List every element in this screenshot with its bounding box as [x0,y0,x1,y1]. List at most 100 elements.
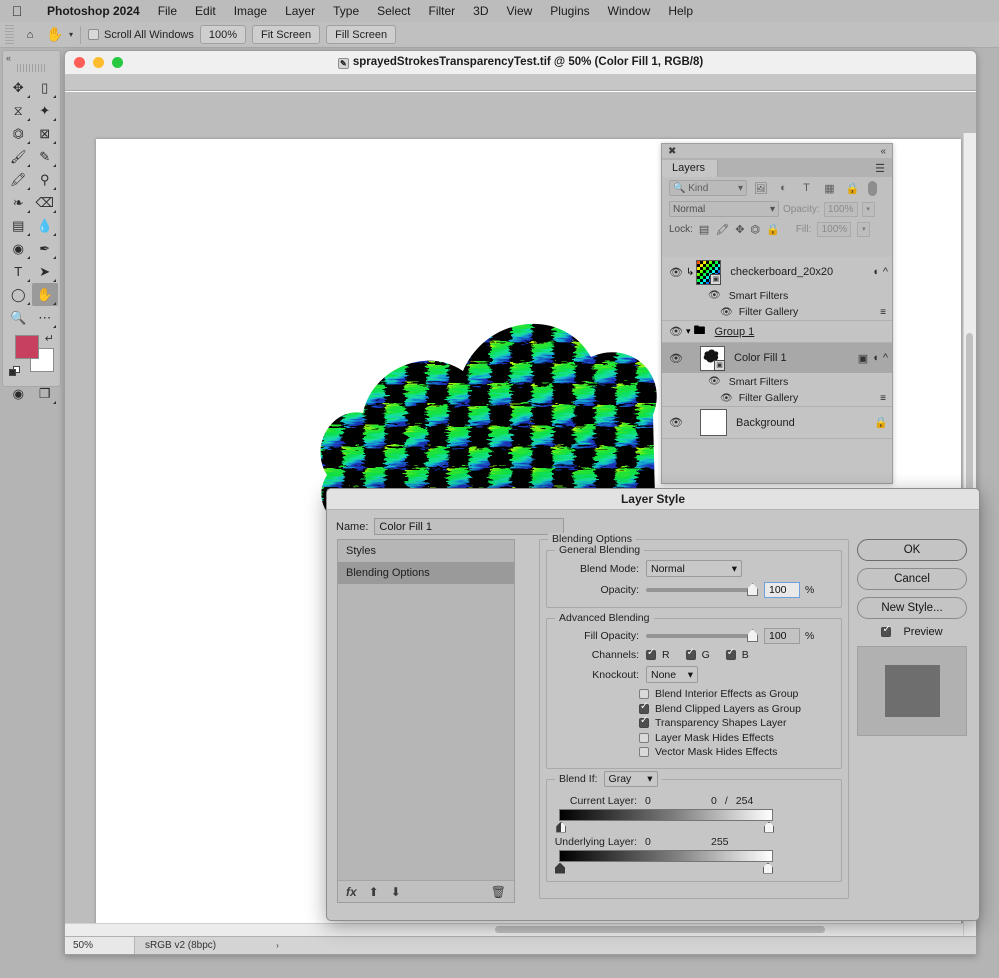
menu-plugins[interactable]: Plugins [541,0,598,22]
opacity-slider[interactable] [646,583,758,597]
menu-file[interactable]: File [149,0,186,22]
lasso-tool[interactable]: ⧖ [5,99,32,122]
eyedropper-tool[interactable]: 🖌 [5,145,32,168]
move-tool[interactable]: ✥ [5,76,32,99]
scroll-all-windows-checkbox[interactable]: Scroll All Windows [88,29,194,41]
opacity-input[interactable]: 100 [764,582,800,598]
collapse-icon[interactable]: « [880,146,886,157]
quick-mask-icon[interactable]: ◉ [5,382,32,405]
smart-filters-visibility-toggle[interactable]: 👁 [708,376,721,387]
menu-window[interactable]: Window [599,0,660,22]
preview-checkbox[interactable]: Preview [857,624,967,638]
layer-visibility-toggle[interactable]: 👁 [666,352,686,365]
lock-icon[interactable]: 🔒 [874,416,888,429]
table-row[interactable]: 👁 ↳ ▣ checkerboard_20x20 ◖ ^ [662,257,892,287]
fx-icon[interactable]: fx [346,885,357,899]
underlying-layer-black-stop[interactable] [555,862,565,874]
cancel-button[interactable]: Cancel [857,568,967,590]
fit-screen-button[interactable]: Fit Screen [252,25,321,44]
tab-layers[interactable]: Layers [662,160,719,177]
layer-blend-mode-select[interactable]: Normal ▾ [669,201,779,217]
filter-kind-select[interactable]: 🔍 Kind ▾ [669,180,747,196]
smart-filters-visibility-toggle[interactable]: 👁 [708,290,721,301]
lock-all-icon[interactable]: 🔒 [766,223,780,236]
menu-layer[interactable]: Layer [276,0,324,22]
menu-select[interactable]: Select [368,0,419,22]
style-name-input[interactable]: Color Fill 1 [374,518,565,535]
knockout-select[interactable]: None ▾ [646,666,698,683]
menu-view[interactable]: View [498,0,542,22]
crop-tool[interactable]: ⏣ [5,122,32,145]
fill-opacity-input[interactable]: 100 [764,628,800,644]
vertical-scroll-thumb[interactable] [966,333,973,493]
status-chevron-icon[interactable]: › [276,941,279,950]
blend-if-channel-select[interactable]: Gray ▾ [603,770,658,787]
current-layer-black-stop[interactable] [556,821,566,833]
layer-mask-hides-effects-checkbox[interactable]: Layer Mask Hides Effects [639,732,835,744]
channel-r-checkbox[interactable]: R [646,647,670,661]
layer-visibility-toggle[interactable]: 👁 [666,266,686,279]
filter-gallery-visibility-toggle[interactable]: 👁 [720,307,733,318]
ok-button[interactable]: OK [857,539,967,561]
menu-app-name[interactable]: Photoshop 2024 [38,0,149,22]
table-row[interactable]: 👁 ▾ 🖿 Group 1 [662,321,892,343]
type-tool[interactable]: T [5,260,32,283]
horizontal-scroll-thumb[interactable] [495,926,825,933]
lock-transparency-icon[interactable]: ▤ [699,223,709,236]
screen-mode-icon[interactable]: ❐ [32,382,59,405]
channel-g-checkbox[interactable]: G [685,647,710,661]
move-up-icon[interactable]: ⬆ [369,885,379,899]
filter-toggle-icon[interactable] [868,180,877,196]
color-fill-mask-thumb[interactable]: ▣ [700,345,725,371]
white-thumb[interactable] [700,409,727,436]
layer-fill-value[interactable]: 100% [817,221,852,237]
chevron-down-icon[interactable]: ▾ [69,30,73,39]
healing-brush-tool[interactable]: ✎ [32,145,59,168]
fill-screen-button[interactable]: Fill Screen [326,25,397,44]
edit-toolbar-tool[interactable]: ⋯ [32,306,59,329]
swap-colors-icon[interactable]: ↵ [45,332,54,345]
blur-tool[interactable]: 💧 [32,214,59,237]
transparency-shapes-layer-checkbox[interactable]: Transparency Shapes Layer [639,715,835,729]
default-colors-icon[interactable] [9,366,20,377]
marquee-tool[interactable]: ▯ [32,76,59,99]
channel-b-checkbox[interactable]: B [725,647,749,661]
vector-mask-hides-effects-checkbox[interactable]: Vector Mask Hides Effects [639,746,835,758]
shape-filter-icon[interactable]: ▦ [820,180,839,196]
foreground-color-swatch[interactable] [15,335,39,359]
type-filter-icon[interactable]: T [797,180,816,196]
pixel-filter-icon[interactable]: 🖼 [751,180,770,196]
clone-stamp-tool[interactable]: ⚲ [32,168,59,191]
home-icon[interactable]: ⌂ [18,24,42,46]
lock-position-icon[interactable]: ✥ [735,223,744,236]
dodge-tool[interactable]: ◉ [5,237,32,260]
lock-image-icon[interactable]: 🖍 [715,223,729,236]
list-item[interactable]: 👁 Smart Filters [662,287,892,304]
menu-help[interactable]: Help [659,0,702,22]
table-row[interactable]: 👁 ▣ Color Fill 1 ▣ ◖ ^ [662,343,892,373]
blend-clipped-layers-checkbox[interactable]: Blend Clipped Layers as Group [639,701,835,715]
pen-tool[interactable]: ✒ [32,237,59,260]
filter-options-icon[interactable]: ≡ [880,393,886,404]
eraser-tool[interactable]: ⌫ [32,191,59,214]
adjustment-filter-icon[interactable]: ◐ [774,180,793,196]
slider-knob[interactable] [747,629,758,642]
close-icon[interactable]: ✖ [668,146,676,157]
underlying-layer-white-stop[interactable] [763,862,773,874]
list-item[interactable]: 👁 Filter Gallery ≡ [662,304,892,321]
expand-icon[interactable]: ^ [883,266,888,278]
group-visibility-toggle[interactable]: 👁 [666,325,686,338]
quick-select-tool[interactable]: ✦ [32,99,59,122]
menu-type[interactable]: Type [324,0,368,22]
blend-interior-effects-checkbox[interactable]: Blend Interior Effects as Group [639,688,835,700]
smart-object-filter-icon[interactable]: 🔒 [843,180,862,196]
list-item[interactable]: 👁 Filter Gallery ≡ [662,390,892,407]
menu-3d[interactable]: 3D [464,0,497,22]
history-brush-tool[interactable]: ❧ [5,191,32,214]
apple-logo-icon[interactable]:  [8,2,26,20]
layer-visibility-toggle[interactable]: 👁 [666,416,686,429]
list-item[interactable]: 👁 Smart Filters [662,373,892,390]
panel-menu-icon[interactable]: ☰ [875,162,885,175]
styles-list-item-blending-options[interactable]: Blending Options [338,562,514,584]
zoom-tool[interactable]: 🔍 [5,306,32,329]
